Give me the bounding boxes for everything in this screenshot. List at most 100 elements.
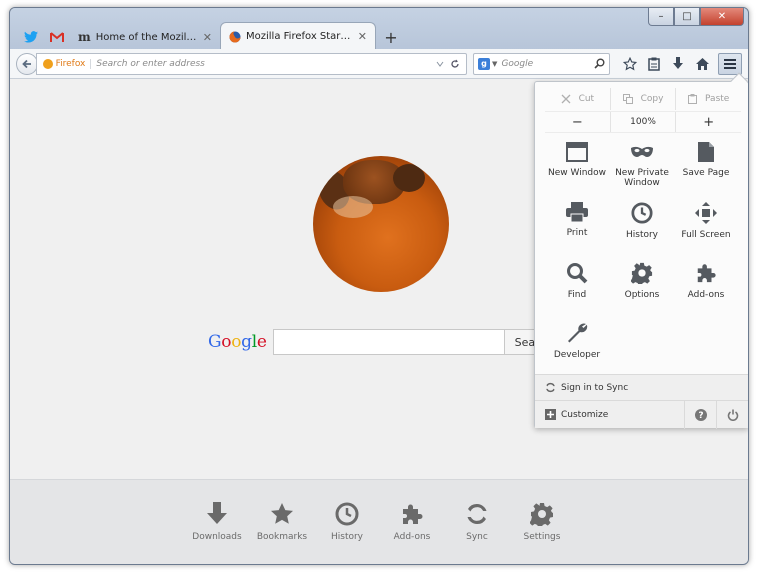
back-arrow-icon	[22, 59, 31, 68]
launcher-settings[interactable]: Settings	[507, 502, 577, 542]
menu-panel: Cut Copy Paste − 100% + New Window New P…	[534, 72, 748, 429]
tab-strip: m Home of the Mozilla Proje... ✕ Mozilla…	[18, 21, 402, 50]
launcher-label: Add-ons	[393, 532, 431, 542]
menu-item-label: Full Screen	[681, 230, 731, 240]
tab-firefox-start[interactable]: Mozilla Firefox Start Page ✕	[220, 22, 376, 50]
edit-controls: Cut Copy Paste	[545, 88, 741, 110]
download-arrow-icon	[673, 57, 684, 69]
menu-item-label: Developer	[553, 350, 601, 360]
minimize-button[interactable]: –	[648, 8, 674, 26]
google-search-form: Google Sear	[208, 329, 551, 355]
search-input[interactable]: Google	[501, 59, 594, 69]
clipboard-icon	[648, 57, 661, 71]
site-identity[interactable]: Firefox	[42, 58, 92, 69]
address-input[interactable]: Search or enter address	[96, 59, 436, 69]
clock-icon	[335, 502, 359, 526]
menu-print[interactable]: Print	[541, 202, 613, 238]
menu-history[interactable]: History	[606, 202, 678, 240]
bookmark-star-button[interactable]	[618, 53, 642, 75]
url-icons	[436, 59, 460, 69]
sync-label: Sign in to Sync	[561, 382, 629, 393]
clock-icon	[631, 202, 653, 224]
menu-save-page[interactable]: Save Page	[670, 142, 742, 178]
copy-icon	[622, 94, 633, 104]
sync-icon	[546, 382, 555, 393]
close-window-button[interactable]: ✕	[700, 8, 744, 26]
help-button[interactable]: ?	[684, 401, 716, 429]
fullscreen-icon	[695, 202, 717, 224]
footer-buttons: ?	[684, 401, 748, 429]
zoom-in-button[interactable]: +	[676, 112, 741, 132]
launcher-bar: Downloads Bookmarks History Add-ons Sync…	[10, 479, 748, 564]
reload-icon[interactable]	[450, 59, 460, 69]
firefox-icon	[229, 31, 241, 42]
menu-new-private-window[interactable]: New Private Window	[606, 142, 678, 188]
twitter-icon	[24, 31, 38, 43]
scissors-icon	[561, 94, 571, 104]
zoom-reset-button[interactable]: 100%	[611, 112, 677, 132]
launcher-history[interactable]: History	[312, 502, 382, 542]
magnifier-icon	[567, 263, 588, 284]
launcher-sync[interactable]: Sync	[442, 502, 512, 542]
launcher-label: History	[330, 532, 364, 542]
menu-addons[interactable]: Add-ons	[670, 262, 742, 300]
search-bar[interactable]: g ▼ Google	[473, 52, 611, 75]
download-icon	[207, 502, 227, 524]
tab-mozilla-home[interactable]: m Home of the Mozilla Proje... ✕	[70, 24, 220, 50]
menu-item-label: Options	[624, 290, 660, 300]
customize-button[interactable]: Customize	[545, 409, 608, 420]
puzzle-icon	[403, 504, 423, 524]
dog-paw	[333, 196, 373, 218]
cut-button[interactable]: Cut	[545, 88, 611, 110]
menu-new-window[interactable]: New Window	[541, 142, 613, 178]
menu-item-label: Print	[566, 228, 588, 238]
star-outline-icon	[623, 56, 638, 70]
menu-item-label: Add-ons	[687, 290, 725, 300]
mozilla-icon: m	[78, 30, 91, 44]
copy-button[interactable]: Copy	[611, 88, 677, 110]
sign-in-to-sync-button[interactable]: Sign in to Sync	[535, 374, 748, 400]
close-tab-icon[interactable]: ✕	[358, 30, 367, 43]
tab-label: Mozilla Firefox Start Page	[246, 31, 354, 42]
puzzle-icon	[697, 264, 716, 283]
search-icon[interactable]	[594, 58, 605, 69]
menu-find[interactable]: Find	[541, 262, 613, 300]
launcher-label: Settings	[523, 532, 561, 542]
firefox-identity-icon	[42, 58, 53, 69]
paste-button[interactable]: Paste	[676, 88, 741, 110]
back-button[interactable]	[16, 52, 38, 75]
launcher-addons[interactable]: Add-ons	[377, 502, 447, 542]
new-tab-button[interactable]: +	[380, 26, 402, 48]
power-icon	[727, 409, 738, 421]
pinned-tab-gmail[interactable]	[44, 24, 70, 50]
downloads-button[interactable]	[666, 53, 690, 75]
quit-button[interactable]	[716, 401, 748, 429]
menu-developer[interactable]: Developer	[541, 322, 613, 360]
google-engine-icon[interactable]: g	[478, 57, 491, 70]
zoom-out-button[interactable]: −	[545, 112, 611, 132]
launcher-downloads[interactable]: Downloads	[182, 502, 252, 542]
hamburger-icon	[724, 58, 737, 69]
sync-icon	[467, 503, 487, 525]
close-tab-icon[interactable]: ✕	[203, 31, 212, 44]
maximize-button[interactable]: □	[674, 8, 700, 26]
google-search-input[interactable]	[272, 329, 505, 355]
identity-label: Firefox	[55, 58, 86, 69]
pinned-tab-twitter[interactable]	[18, 24, 44, 50]
menu-full-screen[interactable]: Full Screen	[670, 202, 742, 240]
help-icon: ?	[694, 409, 707, 421]
menu-options[interactable]: Options	[606, 262, 678, 300]
menu-item-label: History	[625, 230, 659, 240]
wrench-icon	[568, 323, 588, 343]
page-icon	[698, 142, 714, 162]
launcher-label: Downloads	[192, 532, 242, 542]
copy-label: Copy	[640, 94, 664, 104]
cut-label: Cut	[578, 94, 595, 104]
engine-dropdown-icon[interactable]: ▼	[492, 60, 497, 68]
clipboard-paste-icon	[688, 94, 698, 104]
launcher-bookmarks[interactable]: Bookmarks	[247, 502, 317, 542]
bookmarks-menu-button[interactable]	[642, 53, 666, 75]
history-dropdown-icon[interactable]	[436, 59, 444, 69]
address-bar[interactable]: Firefox Search or enter address	[35, 52, 468, 75]
home-button[interactable]	[690, 53, 714, 75]
